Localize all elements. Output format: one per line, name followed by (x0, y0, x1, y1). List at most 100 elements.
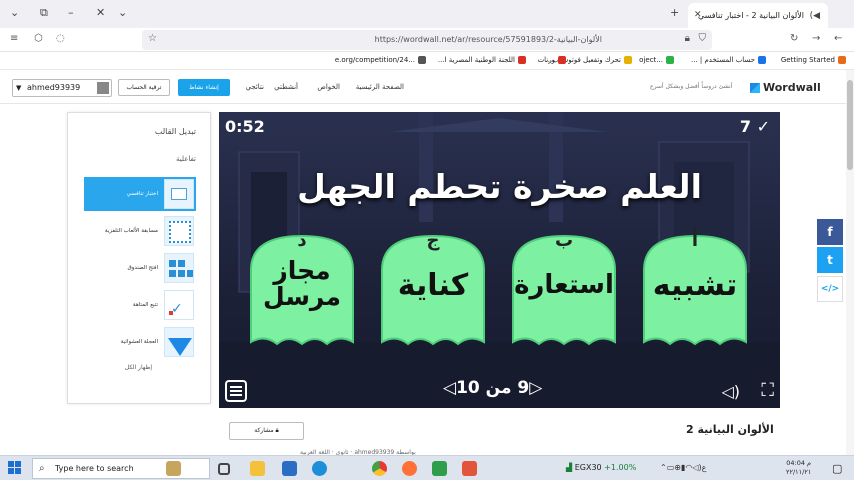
avatar (97, 82, 109, 94)
maze-thumbnail-icon: ✓ (164, 290, 194, 320)
answer-ghost-d[interactable]: د مجاز مرسل (243, 230, 361, 350)
list-tabs-icon[interactable]: ⌄ (10, 6, 19, 19)
template-gameshow[interactable]: مسابقة الألعاب التلفزية (84, 214, 196, 248)
volume-icon[interactable]: ◁) (692, 463, 701, 472)
new-tab-icon[interactable]: + (670, 6, 679, 19)
score-value: 7 (739, 117, 752, 136)
favicon-icon (666, 56, 674, 64)
nav-my-activities[interactable]: أنشطتي (274, 83, 298, 91)
bookmark-item[interactable]: اللجنة الوطنية المصرية ا... (438, 56, 526, 64)
url-text[interactable]: https://wordwall.net/ar/resource/5759189… (375, 35, 602, 44)
network-icon[interactable]: ⊕ (674, 463, 681, 472)
tray-icon[interactable]: ⌃ (660, 463, 667, 472)
facebook-share-button[interactable]: f (817, 219, 843, 245)
shield-icon[interactable]: ⛉ (699, 33, 707, 44)
template-maze-chase[interactable]: تتبع المتاهة ✓ (84, 288, 196, 322)
url-bar[interactable]: ☆ https://wordwall.net/ar/resource/57591… (142, 30, 712, 50)
template-open-box[interactable]: افتح الصندوق (84, 251, 196, 285)
taskbar-search-input[interactable]: ⌕ Type here to search (32, 458, 210, 479)
reload-icon[interactable]: ↻ (790, 33, 798, 44)
question-pager: ▷9 من 10◁ (443, 378, 542, 398)
wordwall-logo[interactable]: Wordwall (750, 81, 821, 94)
mail-icon[interactable] (282, 461, 297, 476)
minimize-icon[interactable]: – (68, 6, 74, 19)
chrome-icon[interactable] (372, 461, 387, 476)
twitter-share-button[interactable]: t (817, 247, 843, 273)
upgrade-account-button[interactable]: ترقية الحساب (118, 79, 170, 96)
previous-question-icon[interactable]: ◁ (443, 378, 456, 398)
windows-taskbar: ⌕ Type here to search ▟ EGX30 +1.00% ⌃▭⊕… (0, 455, 854, 480)
open-box-thumbnail-icon (164, 253, 194, 283)
panel-title: تبديل القالب (154, 127, 196, 136)
next-question-icon[interactable]: ▷ (529, 378, 542, 398)
answer-letter: د (297, 230, 307, 251)
bookmark-item[interactable]: حساب المستخدم | ... (691, 56, 766, 64)
sound-icon[interactable]: ◁) (721, 382, 740, 401)
template-label: العجلة العشوائية (120, 339, 158, 345)
city-widget-icon[interactable] (166, 461, 181, 476)
notifications-icon[interactable]: ▢ (832, 462, 842, 475)
lock-icon[interactable]: 🔒︎ (685, 33, 690, 44)
fullscreen-icon[interactable]: ⛶ (761, 380, 774, 401)
tab-overflow-icon[interactable]: ⌄ (118, 6, 127, 19)
pocket-icon[interactable]: ◌ (56, 33, 65, 44)
language-icon[interactable]: ع (702, 463, 707, 472)
bookmark-item[interactable]: ورنات (538, 56, 566, 64)
template-quiz[interactable]: اختبار تنافسي (84, 177, 196, 211)
answer-ghost-b[interactable]: ب استعارة (505, 230, 623, 350)
favicon-icon (418, 56, 426, 64)
bookmark-label: ...e.org/competition/24 (334, 56, 415, 64)
edge-icon[interactable] (312, 461, 327, 476)
bookmark-item[interactable]: ...oject (639, 56, 674, 64)
nav-home[interactable]: الصفحة الرئيسية (356, 83, 404, 91)
answer-letter: ج (426, 230, 440, 251)
nav-features[interactable]: الخواص (317, 83, 340, 91)
answer-text: مجاز مرسل (263, 256, 341, 312)
share-button[interactable]: 🔒︎ مشاركة (229, 422, 304, 440)
bookmark-label: اللجنة الوطنية المصرية ا... (437, 56, 515, 64)
speaker-icon: ◀) (809, 10, 820, 21)
wheel-thumbnail-icon (164, 327, 194, 357)
system-tray[interactable]: ⌃▭⊕▮◠◁)ع (660, 463, 706, 472)
task-view-icon[interactable] (218, 463, 230, 475)
question-text: العلم صخرة تحطم الجهل (297, 167, 702, 206)
menu-icon[interactable]: ≡ (10, 33, 18, 44)
bookmarks-bar: Getting Started حساب المستخدم | ... ...o… (0, 52, 854, 70)
close-window-icon[interactable]: ✕ (96, 6, 105, 19)
twitter-icon: t (827, 253, 833, 267)
scrollbar-thumb[interactable] (847, 80, 853, 170)
back-icon[interactable]: ← (834, 33, 842, 44)
file-explorer-icon[interactable] (250, 461, 265, 476)
resource-title: الألوان البيانية 2 (686, 423, 774, 436)
game-area[interactable]: 0:52 7 ✓ العلم صخرة تحطم الجهل أ تشبيه ب… (219, 112, 780, 408)
user-menu[interactable]: ▼ ahmed93939 (12, 79, 112, 97)
camtasia-icon[interactable] (432, 461, 447, 476)
stock-widget[interactable]: ▟ EGX30 +1.00% (566, 463, 636, 472)
tab-active[interactable]: ◀) الألوان البيانية 2 - اختبار تنافسي ✕ (688, 3, 828, 28)
show-all-link[interactable]: إظهار الكل (125, 364, 152, 371)
game-menu-icon[interactable] (225, 380, 247, 402)
answer-ghost-c[interactable]: ج كناية (374, 230, 492, 350)
answer-text: استعارة (514, 270, 614, 300)
camtasia-recorder-icon[interactable] (462, 461, 477, 476)
template-label: افتح الصندوق (127, 265, 158, 271)
bookmark-item[interactable]: Getting Started (781, 56, 846, 64)
nav-my-results[interactable]: نتائجي (246, 83, 265, 91)
close-tab-icon[interactable]: ✕ (694, 10, 702, 20)
answer-ghost-a[interactable]: أ تشبيه (636, 230, 754, 350)
firefox-view-icon[interactable]: ⧉ (40, 6, 48, 20)
answer-letter: أ (691, 230, 699, 251)
favicon-icon (838, 56, 846, 64)
bookmark-star-icon[interactable]: ☆ (148, 33, 157, 44)
extensions-icon[interactable]: ⬡ (34, 33, 43, 44)
forward-icon[interactable]: → (812, 33, 820, 44)
score: 7 ✓ (740, 117, 770, 136)
template-random-wheel[interactable]: العجلة العشوائية (84, 325, 196, 359)
embed-button[interactable]: </> (817, 276, 843, 302)
firefox-icon[interactable] (402, 461, 417, 476)
windows-start-icon[interactable] (8, 461, 22, 475)
bookmark-item[interactable]: ...e.org/competition/24 (335, 56, 426, 64)
taskbar-clock[interactable]: 04:04 م ٢٢/١١/٢١ (786, 459, 811, 477)
create-activity-button[interactable]: إنشاء نشاط (178, 79, 230, 96)
page-scrollbar[interactable] (846, 70, 854, 455)
